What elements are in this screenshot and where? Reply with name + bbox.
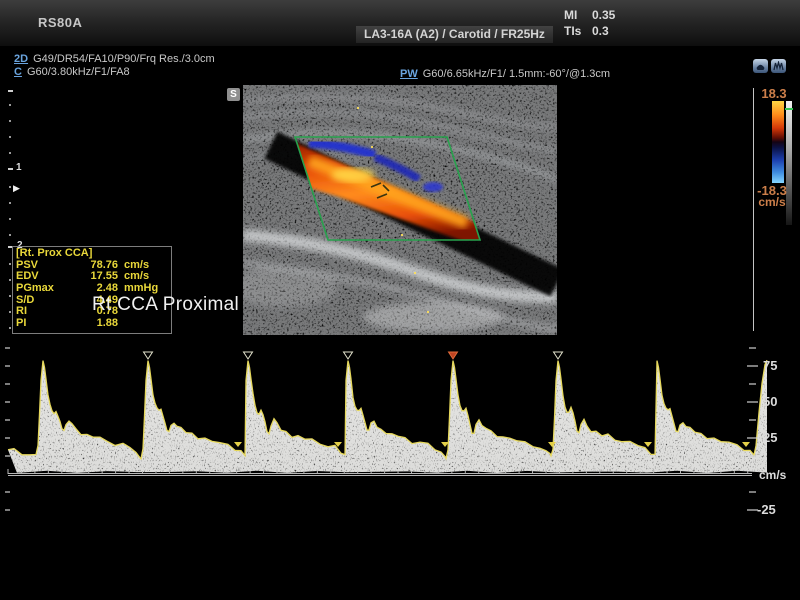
colorbar-max-label: 18.3 xyxy=(754,86,794,101)
image-right-border-line xyxy=(753,88,754,331)
body-marker-icon[interactable] xyxy=(771,59,786,73)
probe-icon-glyph xyxy=(755,61,766,71)
probe-preset-info: LA3-16A (A2) / Carotid / FR25Hz xyxy=(356,26,553,43)
top-status-bar: RS80A LA3-16A (A2) / Carotid / FR25Hz MI… xyxy=(0,0,800,46)
scale-unit-label: cm/s xyxy=(759,468,787,482)
pw-mode-params-line: PW G60/6.65kHz/F1/ 1.5mm:-60°/@1.3cm xyxy=(400,68,610,80)
pw-mode-label[interactable]: PW xyxy=(400,68,418,80)
ultrasound-screen: RS80A LA3-16A (A2) / Carotid / FR25Hz MI… xyxy=(0,0,800,600)
color-mode-params-line: CG60/3.80kHz/F1/FA8 xyxy=(14,66,130,78)
mi-label: MI xyxy=(564,7,592,23)
results-title: [Rt. Prox CCA] xyxy=(13,248,171,260)
tis-label: TIs xyxy=(564,23,592,39)
spectral-speckle xyxy=(0,338,800,528)
grayscale-marker-tick xyxy=(785,108,793,110)
scale-label-75: 75 xyxy=(763,358,777,373)
tis-value: 0.3 xyxy=(592,24,609,38)
b-mode-params-line: 2DG49/DR54/FA10/P90/Frq Res./3.0cm xyxy=(14,53,215,65)
machine-model: RS80A xyxy=(38,15,82,30)
bmode-canvas xyxy=(243,85,557,335)
result-row-pgmax: PGmax2.48mmHg xyxy=(13,283,171,295)
focus-marker-arrow: ▶ xyxy=(13,183,20,194)
result-row-pi: PI1.88 xyxy=(13,318,171,330)
spectral-doppler-display[interactable]: 75 50 25 cm/s -25 xyxy=(0,338,800,528)
color-doppler-scale-bar xyxy=(772,101,784,183)
mi-value: 0.35 xyxy=(592,8,615,22)
image-annotation-text[interactable]: Rt CCA Proximal xyxy=(92,294,239,316)
bmode-image[interactable] xyxy=(243,85,557,335)
depth-label-1: 1 xyxy=(16,162,22,173)
acoustic-output-indices: MI0.35 TIs0.3 xyxy=(564,7,615,39)
scale-label-neg25: -25 xyxy=(757,502,776,517)
orientation-marker-badge: S xyxy=(227,88,240,101)
b-mode-params: G49/DR54/FA10/P90/Frq Res./3.0cm xyxy=(33,53,215,65)
color-mode-params: G60/3.80kHz/F1/FA8 xyxy=(27,66,130,78)
probe-icon[interactable] xyxy=(753,59,768,73)
scale-label-50: 50 xyxy=(763,394,777,409)
colorbar-unit-label: cm/s xyxy=(750,195,794,209)
scale-label-25: 25 xyxy=(763,430,777,445)
body-marker-icon-glyph xyxy=(773,61,784,71)
measurement-results-panel: [Rt. Prox CCA] PSV78.76cm/s EDV17.55cm/s… xyxy=(12,246,172,334)
pw-mode-params: G60/6.65kHz/F1/ 1.5mm:-60°/@1.3cm xyxy=(423,68,610,80)
